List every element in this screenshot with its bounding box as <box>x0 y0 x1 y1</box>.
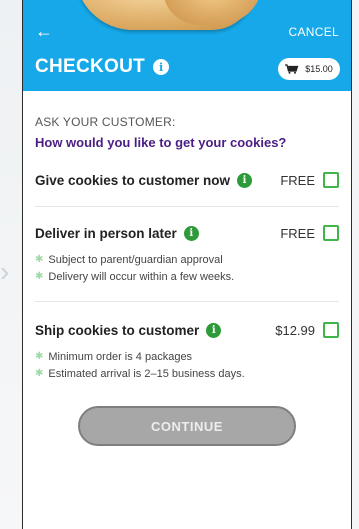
note-text: Delivery will occur within a few weeks. <box>48 270 235 283</box>
cart-icon <box>285 64 299 74</box>
option-checkbox[interactable] <box>323 322 339 338</box>
info-icon[interactable]: i <box>183 225 199 241</box>
option-note: ✱ Delivery will occur within a few weeks… <box>35 268 339 285</box>
option-deliver-later[interactable]: Deliver in person later i FREE ✱ Subject… <box>35 221 339 302</box>
note-text: Minimum order is 4 packages <box>48 350 193 363</box>
option-checkbox[interactable] <box>323 172 339 188</box>
note-text: Subject to parent/guardian approval <box>48 253 223 266</box>
chevron-right-icon: › <box>0 256 10 287</box>
back-arrow-icon[interactable]: ← <box>35 22 53 40</box>
cart-total: $15.00 <box>305 64 333 74</box>
option-note: ✱ Estimated arrival is 2–15 business day… <box>35 365 339 382</box>
option-note: ✱ Minimum order is 4 packages <box>35 348 339 365</box>
option-label: Deliver in person later <box>35 225 177 241</box>
ask-customer-label: ASK YOUR CUSTOMER: <box>35 115 176 129</box>
option-note: ✱ Subject to parent/guardian approval <box>35 251 339 268</box>
cart-total-button[interactable]: $15.00 <box>278 58 340 80</box>
option-label: Ship cookies to customer <box>35 322 200 338</box>
option-price: FREE <box>280 225 315 241</box>
option-row: Ship cookies to customer i $12.99 <box>35 318 339 342</box>
info-icon[interactable]: i <box>237 172 253 188</box>
asterisk-icon: ✱ <box>35 254 44 265</box>
cancel-button[interactable]: CANCEL <box>289 25 339 39</box>
option-checkbox[interactable] <box>323 225 339 241</box>
option-notes: ✱ Subject to parent/guardian approval ✱ … <box>35 251 339 285</box>
title-row: CHECKOUT i <box>35 56 170 78</box>
option-notes: ✱ Minimum order is 4 packages ✱ Estimate… <box>35 348 339 382</box>
page-title: CHECKOUT <box>35 56 146 77</box>
option-give-now[interactable]: Give cookies to customer now i FREE <box>35 168 339 207</box>
checkout-screen: ← CANCEL CHECKOUT i $15.00 ASK YOUR CUST… <box>22 0 352 529</box>
option-price: $12.99 <box>275 322 315 338</box>
option-label: Give cookies to customer now <box>35 172 231 188</box>
note-text: Estimated arrival is 2–15 business days. <box>48 367 245 380</box>
option-row: Give cookies to customer now i FREE <box>35 168 339 192</box>
checkout-header: ← CANCEL CHECKOUT i $15.00 <box>23 0 351 91</box>
info-icon[interactable]: i <box>153 59 170 75</box>
continue-wrapper: CONTINUE <box>35 406 339 446</box>
option-ship[interactable]: Ship cookies to customer i $12.99 ✱ Mini… <box>35 318 339 382</box>
asterisk-icon: ✱ <box>35 271 44 282</box>
delivery-question: How would you like to get your cookies? <box>35 135 287 150</box>
option-price: FREE <box>280 172 315 188</box>
checkout-content: ASK YOUR CUSTOMER: How would you like to… <box>23 91 351 446</box>
option-row: Deliver in person later i FREE <box>35 221 339 245</box>
asterisk-icon: ✱ <box>35 368 44 379</box>
asterisk-icon: ✱ <box>35 351 44 362</box>
info-icon[interactable]: i <box>206 322 222 338</box>
continue-button[interactable]: CONTINUE <box>78 406 296 446</box>
